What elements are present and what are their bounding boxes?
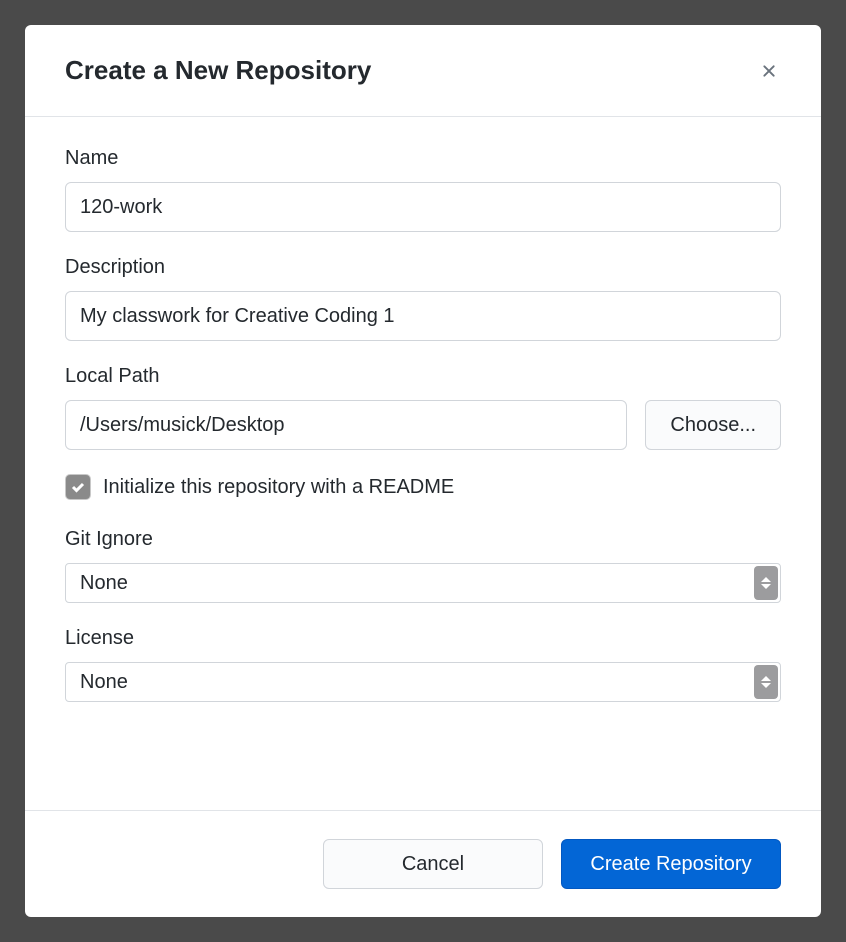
- license-label: License: [65, 627, 781, 650]
- create-repository-dialog: Create a New Repository Name Description…: [25, 25, 821, 917]
- gitignore-field-group: Git Ignore: [65, 528, 781, 603]
- cancel-button[interactable]: Cancel: [323, 839, 543, 889]
- local-path-input[interactable]: [65, 400, 627, 450]
- readme-checkbox-row: Initialize this repository with a README: [65, 474, 781, 500]
- checkmark-icon: [70, 479, 86, 495]
- description-input[interactable]: [65, 291, 781, 341]
- local-path-label: Local Path: [65, 365, 781, 388]
- description-label: Description: [65, 256, 781, 279]
- dialog-body: Name Description Local Path Choose... In…: [25, 117, 821, 810]
- name-field-group: Name: [65, 147, 781, 232]
- dialog-header: Create a New Repository: [25, 25, 821, 117]
- gitignore-select-wrap: [65, 563, 781, 603]
- dialog-title: Create a New Repository: [65, 55, 371, 86]
- gitignore-label: Git Ignore: [65, 528, 781, 551]
- create-repository-button[interactable]: Create Repository: [561, 839, 781, 889]
- name-label: Name: [65, 147, 781, 170]
- choose-button[interactable]: Choose...: [645, 400, 781, 450]
- local-path-row: Choose...: [65, 400, 781, 450]
- license-select[interactable]: [65, 662, 781, 702]
- local-path-field-group: Local Path Choose...: [65, 365, 781, 450]
- license-select-wrap: [65, 662, 781, 702]
- description-field-group: Description: [65, 256, 781, 341]
- license-field-group: License: [65, 627, 781, 702]
- close-button[interactable]: [757, 59, 781, 83]
- dialog-footer: Cancel Create Repository: [25, 810, 821, 917]
- readme-checkbox[interactable]: [65, 474, 91, 500]
- close-icon: [759, 61, 779, 81]
- name-input[interactable]: [65, 182, 781, 232]
- readme-checkbox-label[interactable]: Initialize this repository with a README: [103, 476, 454, 499]
- gitignore-select[interactable]: [65, 563, 781, 603]
